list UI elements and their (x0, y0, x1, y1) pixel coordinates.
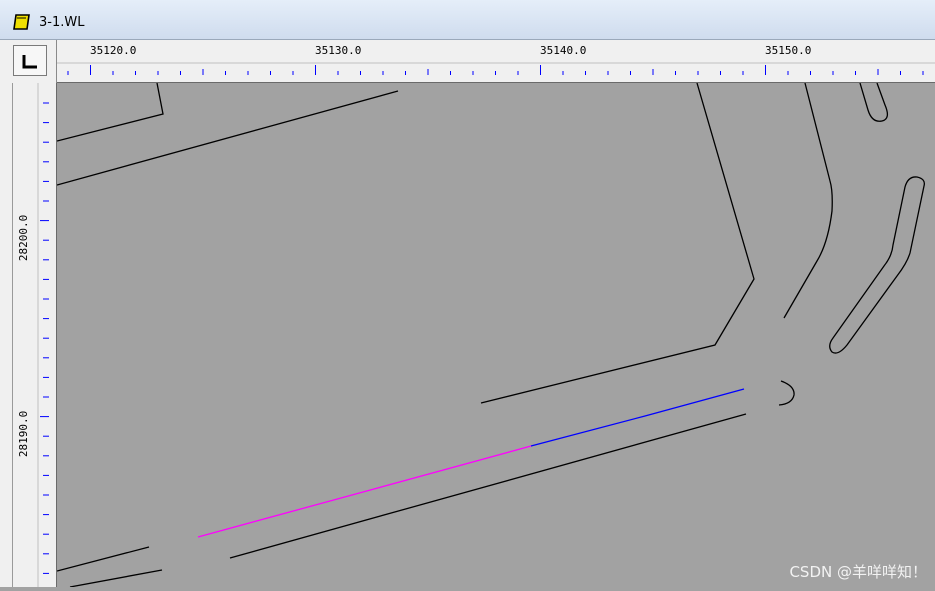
ruler-x-label: 35130.0 (315, 44, 361, 57)
left-gutter (0, 83, 12, 587)
document-titlebar: 3-1.WL (0, 0, 935, 40)
ruler-y-label: 28190.0 (17, 411, 30, 457)
vertical-ruler-scale: 28200.0 28190.0 (17, 83, 49, 587)
horizontal-ruler[interactable]: 35120.0 35130.0 35140.0 35150.0 (57, 40, 935, 83)
origin-button[interactable] (13, 45, 47, 76)
window-title: 3-1.WL (39, 15, 85, 30)
drawing-canvas[interactable] (57, 83, 935, 587)
horizontal-ruler-scale: 35120.0 35130.0 35140.0 35150.0 (57, 44, 935, 75)
ruler-x-label: 35120.0 (90, 44, 136, 57)
watermark: CSDN @羊咩咩知！ (789, 563, 927, 581)
ruler-x-label: 35150.0 (765, 44, 811, 57)
horizontal-ruler-ticks (67, 65, 924, 75)
document-icon (13, 14, 30, 30)
ruler-y-label: 28200.0 (17, 215, 30, 261)
vertical-ruler[interactable]: 28200.0 28190.0 (12, 83, 57, 587)
origin-corner-icon (22, 55, 37, 69)
vertical-ruler-ticks (40, 102, 49, 574)
ruler-x-label: 35140.0 (540, 44, 586, 57)
ruler-corner (0, 40, 57, 83)
canvas-background (57, 83, 935, 587)
